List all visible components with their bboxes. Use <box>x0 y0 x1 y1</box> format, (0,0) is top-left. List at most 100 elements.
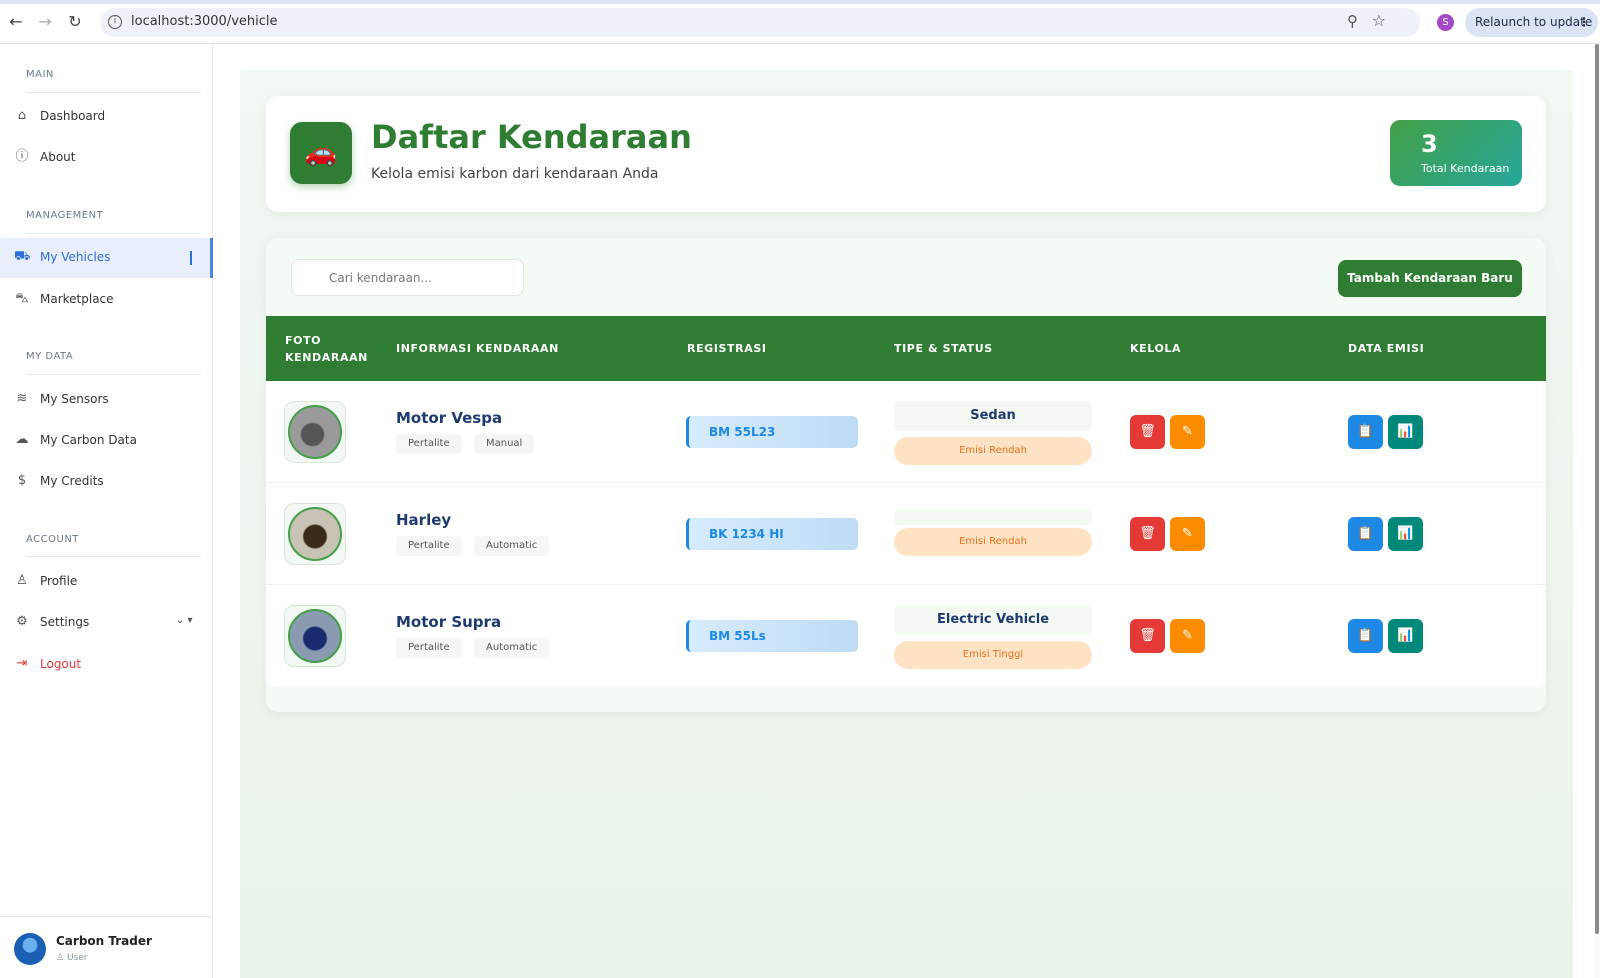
browser-toolbar: ← → ↻ i localhost:3000/vehicle ⚲ ☆ S Rel… <box>0 0 1600 44</box>
vehicle-photo[interactable] <box>284 401 346 463</box>
zoom-icon[interactable]: ⚲ <box>1347 12 1358 30</box>
vehicle-image <box>288 405 342 459</box>
registration-badge: BM 55Ls <box>686 620 858 652</box>
total-vehicles-card: 3 Total Kendaraan <box>1390 120 1522 186</box>
user-small-icon: ♙ <box>56 953 67 963</box>
bookmark-star-icon[interactable]: ☆ <box>1372 11 1386 30</box>
sidebar-item-about[interactable]: ⓘ About <box>0 138 213 178</box>
clipboard-icon: 📋 <box>1357 424 1374 439</box>
total-vehicles-label: Total Kendaraan <box>1421 162 1510 175</box>
sidebar-item-label: Profile <box>40 574 78 588</box>
sidebar-item-label: My Sensors <box>40 392 109 406</box>
sidebar-item-my-credits[interactable]: $ My Credits <box>0 462 213 502</box>
table-row: Harley Pertalite Automatic BK 1234 HI Em… <box>266 483 1546 585</box>
section-title-management: MANAGEMENT <box>26 210 104 221</box>
sidebar-item-label: My Credits <box>40 474 104 488</box>
column-header-info: INFORMASI KENDARAAN <box>396 342 559 355</box>
chart-icon: 📊 <box>1397 526 1414 541</box>
registration-badge: BK 1234 HI <box>686 518 858 550</box>
page-title: Daftar Kendaraan <box>371 118 692 156</box>
trash-icon: 🗑 <box>1139 526 1156 541</box>
edit-button[interactable]: ✎ <box>1170 517 1205 551</box>
vehicle-name: Motor Vespa <box>396 409 503 427</box>
emission-chart-button[interactable]: 📊 <box>1388 415 1423 449</box>
sidebar-item-label: My Vehicles <box>40 250 111 264</box>
sidebar-item-profile[interactable]: ♙ Profile <box>0 562 213 602</box>
menu-dots-icon[interactable]: ⋮ <box>1578 8 1590 37</box>
vehicle-image <box>288 609 342 663</box>
emission-report-button[interactable]: 📋 <box>1348 415 1383 449</box>
relaunch-label: Relaunch to update <box>1475 15 1593 29</box>
trash-icon: 🗑 <box>1139 628 1156 643</box>
emission-chart-button[interactable]: 📊 <box>1388 517 1423 551</box>
sidebar-item-logout[interactable]: ⇥ Logout <box>0 645 213 685</box>
emission-chart-button[interactable]: 📊 <box>1388 619 1423 653</box>
vehicle-name: Harley <box>396 511 452 529</box>
forward-icon[interactable]: → <box>35 12 55 32</box>
trash-icon: 🗑 <box>1139 424 1156 439</box>
edit-button[interactable]: ✎ <box>1170 415 1205 449</box>
sidebar-item-label: Logout <box>40 657 82 671</box>
car-icon: ⛟ <box>14 249 31 264</box>
chevron-down-icon[interactable]: ⌄ ▾ <box>176 615 193 626</box>
pencil-icon: ✎ <box>1182 628 1193 643</box>
column-header-manage: KELOLA <box>1130 342 1182 355</box>
section-title-my-data: MY DATA <box>26 351 74 362</box>
sidebar-item-label: About <box>40 150 76 164</box>
emission-report-button[interactable]: 📋 <box>1348 619 1383 653</box>
profile-avatar[interactable]: S <box>1437 14 1454 31</box>
delete-button[interactable]: 🗑 <box>1130 619 1165 653</box>
logout-icon: ⇥ <box>16 656 28 671</box>
back-icon[interactable]: ← <box>6 12 26 32</box>
sidebar-item-label: My Carbon Data <box>40 433 137 447</box>
edit-button[interactable]: ✎ <box>1170 619 1205 653</box>
emission-status-badge: Emisi Rendah <box>894 437 1092 465</box>
column-header-photo: FOTO KENDARAAN <box>285 334 368 364</box>
delete-button[interactable]: 🗑 <box>1130 517 1165 551</box>
emission-status-badge: Emisi Tinggi <box>894 641 1092 669</box>
transmission-tag: Manual <box>474 434 535 454</box>
vehicle-photo[interactable] <box>284 503 346 565</box>
page-header-card: 🚗 Daftar Kendaraan Kelola emisi karbon d… <box>266 96 1546 212</box>
scrollbar-thumb[interactable] <box>1595 44 1599 934</box>
vehicle-image <box>288 507 342 561</box>
clipboard-icon: 📋 <box>1357 526 1374 541</box>
table-header: FOTO KENDARAAN INFORMASI KENDARAAN REGIS… <box>266 316 1546 381</box>
divider <box>26 374 201 375</box>
fuel-tag: Pertalite <box>396 434 462 454</box>
address-bar[interactable]: i localhost:3000/vehicle ⚲ ☆ <box>100 8 1420 37</box>
column-header-emission-data: DATA EMISI <box>1348 342 1425 355</box>
add-vehicle-button[interactable]: Tambah Kendaraan Baru <box>1338 260 1522 297</box>
sidebar-item-marketplace[interactable]: ⛍ Marketplace <box>0 280 213 320</box>
emission-report-button[interactable]: 📋 <box>1348 517 1383 551</box>
sidebar-item-label: Dashboard <box>40 109 106 123</box>
sidebar-item-settings[interactable]: ⚙ Settings ⌄ ▾ <box>0 603 213 643</box>
reload-icon[interactable]: ↻ <box>65 12 85 32</box>
table-row: Motor Vespa Pertalite Manual BM 55L23 Se… <box>266 381 1546 483</box>
avatar <box>14 933 46 965</box>
search-input[interactable] <box>291 259 524 296</box>
sidebar-item-my-vehicles[interactable]: ⛟ My Vehicles <box>0 238 213 278</box>
vehicle-photo[interactable] <box>284 605 346 667</box>
page-subtitle: Kelola emisi karbon dari kendaraan Anda <box>371 166 659 182</box>
site-info-icon[interactable]: i <box>108 15 122 29</box>
sidebar-item-label: Settings <box>40 615 90 629</box>
sidebar: MAIN ⌂ Dashboard ⓘ About MANAGEMENT ⛟ My… <box>0 44 213 978</box>
relaunch-button[interactable]: Relaunch to update ⋮ <box>1465 8 1598 37</box>
info-icon: ⓘ <box>15 149 29 164</box>
divider <box>26 556 201 557</box>
chart-icon: 📊 <box>1397 628 1414 643</box>
sidebar-item-dashboard[interactable]: ⌂ Dashboard <box>0 97 213 137</box>
delete-button[interactable]: 🗑 <box>1130 415 1165 449</box>
sidebar-item-my-sensors[interactable]: ≋ My Sensors <box>0 380 213 420</box>
cloud-icon: ☁ <box>15 432 29 447</box>
url-text[interactable]: localhost:3000/vehicle <box>131 14 278 29</box>
vehicle-type: Electric Vehicle <box>894 605 1092 635</box>
text-cursor <box>190 251 192 265</box>
wifi-icon: ≋ <box>16 391 28 406</box>
column-header-registration: REGISTRASI <box>687 342 767 355</box>
home-icon: ⌂ <box>17 108 27 123</box>
user-name: Carbon Trader <box>56 934 152 948</box>
user-card[interactable]: Carbon Trader ♙ User <box>0 916 213 978</box>
sidebar-item-my-carbon-data[interactable]: ☁ My Carbon Data <box>0 421 213 461</box>
